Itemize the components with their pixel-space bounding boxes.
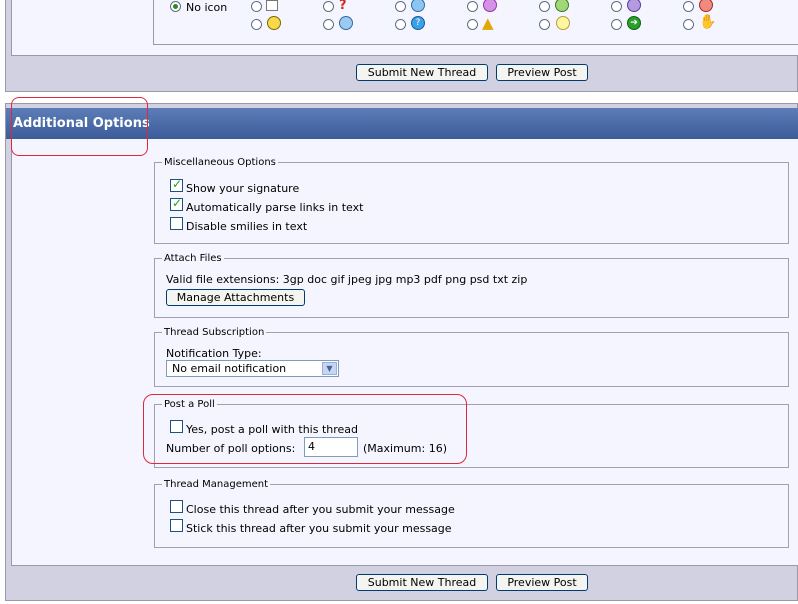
icon-radio-cool[interactable] bbox=[323, 19, 334, 30]
warning-icon: ▲ bbox=[482, 14, 494, 32]
close-thread-checkbox[interactable] bbox=[170, 500, 183, 513]
misc-options-legend: Miscellaneous Options bbox=[162, 157, 278, 168]
happy-icon bbox=[267, 16, 281, 30]
attach-files-fieldset bbox=[154, 258, 789, 318]
thread-subscription-legend: Thread Subscription bbox=[162, 327, 267, 338]
question-icon: ? bbox=[339, 0, 347, 13]
chevron-down-icon[interactable]: ▼ bbox=[322, 362, 337, 375]
icon-radio-thumbs[interactable] bbox=[683, 19, 694, 30]
notification-type-value: No email notification bbox=[172, 362, 287, 375]
disable-smilies-label: Disable smilies in text bbox=[186, 220, 308, 233]
icon-radio-angry[interactable] bbox=[683, 1, 694, 12]
no-icon-radio[interactable] bbox=[170, 1, 181, 12]
disable-smilies-checkbox[interactable] bbox=[170, 217, 183, 230]
no-icon-label: No icon bbox=[186, 1, 228, 14]
lightbulb-icon bbox=[556, 16, 570, 30]
icon-radio-warning[interactable] bbox=[467, 19, 478, 30]
valid-extensions-text: Valid file extensions: 3gp doc gif jpeg … bbox=[166, 273, 528, 286]
stick-thread-label: Stick this thread after you submit your … bbox=[186, 522, 452, 535]
icon-radio-page[interactable] bbox=[251, 1, 262, 12]
attach-files-legend: Attach Files bbox=[162, 253, 224, 264]
thread-management-legend: Thread Management bbox=[162, 479, 271, 490]
icon-radio-grin[interactable] bbox=[467, 1, 478, 12]
parse-links-checkbox[interactable] bbox=[170, 196, 183, 211]
submit-new-thread-button-top[interactable]: Submit New Thread bbox=[356, 64, 488, 81]
preview-post-button-top[interactable]: Preview Post bbox=[496, 64, 588, 81]
question-circle-icon: ? bbox=[411, 16, 425, 30]
notification-type-label: Notification Type: bbox=[166, 347, 262, 360]
show-signature-checkbox[interactable] bbox=[170, 177, 183, 192]
manage-attachments-button[interactable]: Manage Attachments bbox=[166, 289, 305, 306]
header-highlight bbox=[11, 97, 148, 156]
arrow-icon: ➔ bbox=[627, 16, 641, 30]
icon-radio-smile[interactable] bbox=[395, 1, 406, 12]
page-icon bbox=[266, 0, 278, 11]
icon-radio-question[interactable] bbox=[323, 1, 334, 12]
submit-new-thread-button-bottom[interactable]: Submit New Thread bbox=[356, 574, 488, 591]
icon-radio-happy[interactable] bbox=[251, 19, 262, 30]
show-signature-label: Show your signature bbox=[186, 182, 300, 195]
thumbs-icon: ✋ bbox=[699, 14, 717, 30]
parse-links-label: Automatically parse links in text bbox=[186, 201, 364, 214]
icon-radio-globe[interactable] bbox=[539, 1, 550, 12]
preview-post-button-bottom[interactable]: Preview Post bbox=[496, 574, 588, 591]
notification-type-select[interactable]: No email notification ▼ bbox=[166, 360, 339, 377]
stick-thread-checkbox[interactable] bbox=[170, 519, 183, 532]
icon-radio-question-circle[interactable] bbox=[395, 19, 406, 30]
poll-highlight bbox=[143, 394, 467, 464]
thread-management-fieldset bbox=[154, 484, 789, 548]
icon-radio-arrow[interactable] bbox=[611, 19, 622, 30]
cool-icon bbox=[339, 16, 353, 30]
icon-radio-lightbulb[interactable] bbox=[539, 19, 550, 30]
icon-radio-sad[interactable] bbox=[611, 1, 622, 12]
close-thread-label: Close this thread after you submit your … bbox=[186, 503, 455, 516]
